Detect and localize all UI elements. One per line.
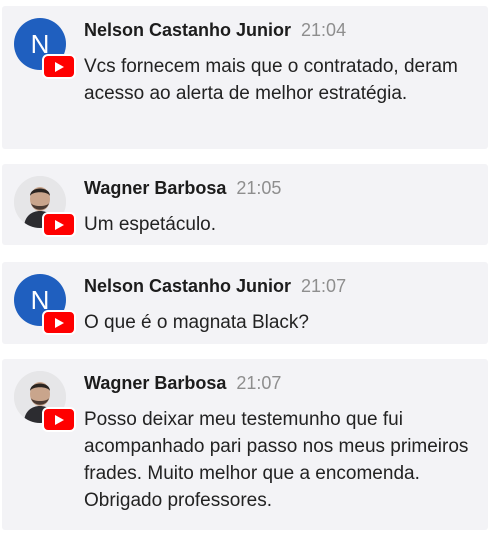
- youtube-icon: [42, 212, 76, 237]
- message-text: Posso deixar meu testemunho que fui acom…: [84, 409, 469, 511]
- chat-message: N Nelson Castanho Junior 21:07 O que é o…: [2, 262, 488, 344]
- author-name[interactable]: Nelson Castanho Junior: [84, 20, 291, 41]
- timestamp: 21:07: [301, 276, 347, 296]
- avatar-container: [14, 371, 76, 432]
- avatar-container: N: [14, 18, 76, 79]
- author-name[interactable]: Wagner Barbosa: [84, 373, 226, 394]
- message-header: Wagner Barbosa 21:07: [84, 373, 281, 394]
- youtube-icon: [42, 407, 76, 432]
- message-header: Wagner Barbosa 21:05: [84, 178, 281, 199]
- author-name[interactable]: Wagner Barbosa: [84, 178, 226, 199]
- youtube-icon: [42, 54, 76, 79]
- chat-message: Wagner Barbosa 21:07 Posso deixar meu te…: [2, 359, 488, 530]
- chat-message: Wagner Barbosa 21:05 Um espetáculo.: [2, 164, 488, 245]
- chat-message: N Nelson Castanho Junior 21:04 Vcs forne…: [2, 6, 488, 149]
- timestamp: 21:05: [236, 178, 282, 198]
- message-header: Nelson Castanho Junior 21:04: [84, 20, 346, 41]
- timestamp: 21:04: [301, 20, 347, 40]
- avatar-container: [14, 176, 76, 237]
- message-text: O que é o magnata Black?: [84, 312, 309, 333]
- timestamp: 21:07: [236, 373, 282, 393]
- avatar-container: N: [14, 274, 76, 335]
- message-text: Um espetáculo.: [84, 214, 217, 235]
- author-name[interactable]: Nelson Castanho Junior: [84, 276, 291, 297]
- youtube-icon: [42, 310, 76, 335]
- message-text: Vcs fornecem mais que o contratado, dera…: [84, 56, 458, 104]
- message-header: Nelson Castanho Junior 21:07: [84, 276, 346, 297]
